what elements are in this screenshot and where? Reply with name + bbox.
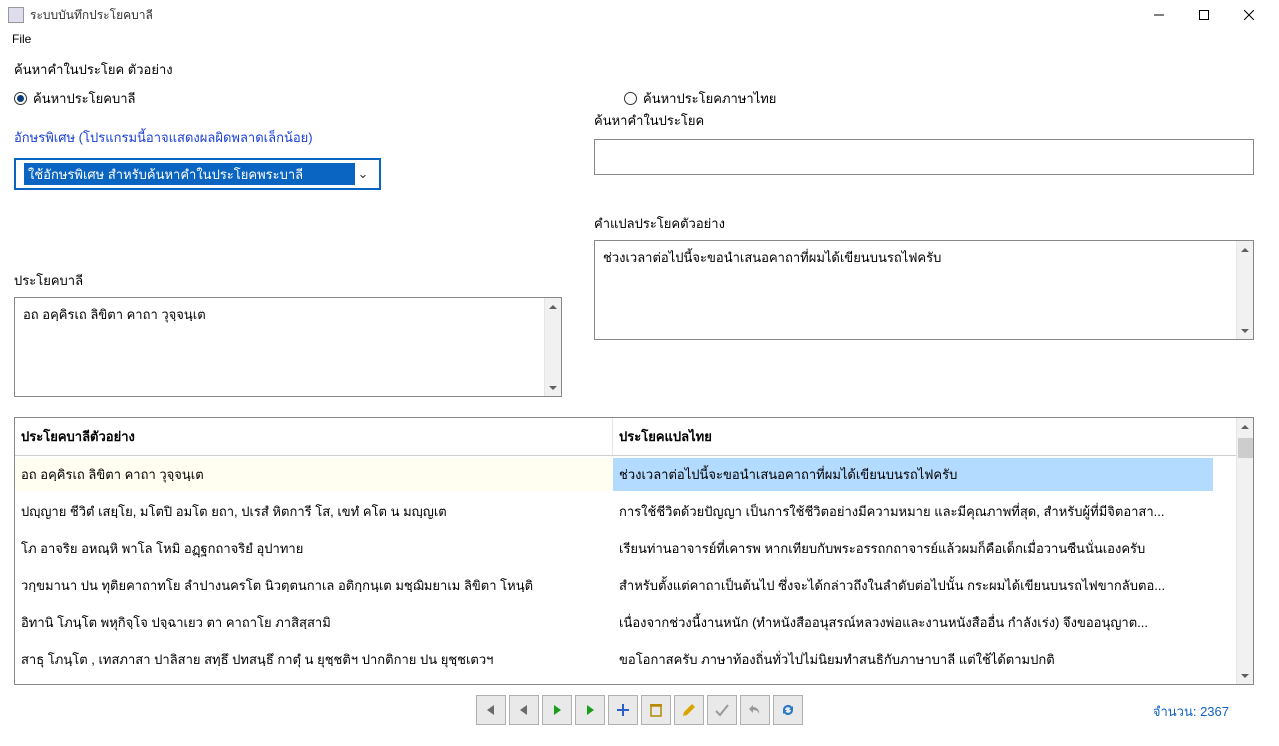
special-chars-dropdown[interactable]: ใช้อักษรพิเศษ สำหรับค้นหาคำในประโยคพระบา… [14, 158, 381, 190]
menu-file[interactable]: File [6, 30, 37, 48]
close-button[interactable] [1226, 0, 1271, 30]
scroll-down-icon[interactable] [545, 379, 561, 396]
cell-thai: การใช้ชีวิตด้วยปัญญา เป็นการใช้ชีวิตอย่า… [613, 495, 1213, 528]
cell-pali: อิทานิ โภนฺโต พหุกิจฺโจ ปจฺฉาเยว ตา คาถา… [15, 606, 613, 639]
search-input[interactable] [594, 139, 1254, 175]
find-in-sentence-label: ค้นหาคำในประโยค [594, 110, 1265, 131]
undo-button[interactable] [740, 695, 770, 725]
delete-button[interactable] [641, 695, 671, 725]
add-button[interactable] [608, 695, 638, 725]
row-count: จำนวน: 2367 [1153, 701, 1229, 722]
scroll-up-icon[interactable] [1237, 418, 1253, 435]
table-header: ประโยคบาลีตัวอย่าง ประโยคแปลไทย [15, 418, 1253, 456]
table-scrollbar[interactable] [1236, 418, 1253, 684]
app-icon [8, 7, 24, 23]
edit-button[interactable] [674, 695, 704, 725]
scroll-down-icon[interactable] [1237, 322, 1253, 339]
window-controls [1136, 0, 1271, 30]
scroll-up-icon[interactable] [545, 298, 561, 315]
confirm-button[interactable] [707, 695, 737, 725]
toolbar: จำนวน: 2367 [14, 695, 1265, 725]
cell-thai: ช่วงเวลาต่อไปนี้จะขอนำเสนอคาถาที่ผมได้เข… [613, 458, 1213, 491]
table-row[interactable]: โภ อาจริย อหณฺหิ พาโล โหมิ อฏฺฐกถาจริยํ … [15, 530, 1253, 567]
radio-search-pali[interactable]: ค้นหาประโยคบาลี [14, 88, 624, 109]
pali-sentence-label: ประโยคบาลี [14, 270, 562, 291]
dropdown-selected: ใช้อักษรพิเศษ สำหรับค้นหาคำในประโยคพระบา… [24, 163, 355, 185]
scroll-thumb[interactable] [1238, 438, 1253, 458]
cell-pali: โภ อาจริย อหณฺหิ พาโล โหมิ อฏฺฐกถาจริยํ … [15, 532, 613, 565]
table-row[interactable]: อิทานิ โภนฺโต พหุกิจฺโจ ปจฺฉาเยว ตา คาถา… [15, 604, 1253, 641]
titlebar: ระบบบันทึกประโยคบาลี [0, 0, 1279, 30]
maximize-button[interactable] [1181, 0, 1226, 30]
cell-thai: เรียนท่านอาจารย์ที่เคารพ หากเทียบกับพระอ… [613, 532, 1213, 565]
examples-table: ประโยคบาลีตัวอย่าง ประโยคแปลไทย อถ อคฺคิ… [14, 417, 1254, 685]
refresh-button[interactable] [773, 695, 803, 725]
minimize-button[interactable] [1136, 0, 1181, 30]
scroll-down-icon[interactable] [1237, 667, 1253, 684]
radio-thai-label: ค้นหาประโยคภาษาไทย [643, 88, 776, 109]
table-row[interactable]: อถ อคฺคิรเถ ลิขิตา คาถา วุจฺจนฺเตช่วงเวล… [15, 456, 1253, 493]
menubar: File [0, 30, 1279, 52]
cell-pali: อถ อคฺคิรเถ ลิขิตา คาถา วุจฺจนฺเต [15, 458, 613, 491]
radio-search-thai[interactable]: ค้นหาประโยคภาษาไทย [624, 88, 1265, 109]
translation-example-label: คำแปลประโยคตัวอย่าง [594, 213, 1265, 234]
chevron-down-icon: ⌄ [355, 166, 371, 182]
table-row[interactable]: สาธุ โภนฺโต , เทสภาสา ปาลิสาย สทฺธึ ปทสน… [15, 641, 1253, 678]
cell-thai: เนื่องจากช่วงนี้งานหนัก (ทำหนังสืออนุสรณ… [613, 606, 1213, 639]
prev-button[interactable] [509, 695, 539, 725]
cell-thai: สำหรับตั้งแต่คาถาเป็นต้นไป ซึ่งจะได้กล่า… [613, 569, 1213, 602]
scrollbar[interactable] [1236, 241, 1253, 339]
cell-pali: วกฺขมานา ปน ทุติยคาถาทโย ลำปางนครโต นิวต… [15, 569, 613, 602]
translation-textarea[interactable]: ช่วงเวลาต่อไปนี้จะขอนำเสนอคาถาที่ผมได้เข… [594, 240, 1254, 340]
find-word-label: ค้นหาคำในประโยค ตัวอย่าง [14, 59, 1265, 80]
window-title: ระบบบันทึกประโยคบาลี [30, 6, 1136, 25]
col-thai-translation[interactable]: ประโยคแปลไทย [613, 418, 1253, 455]
scrollbar[interactable] [544, 298, 561, 396]
cell-pali: ปญฺญาย ชีวิตํ เสยฺโย, มโตปิ อมโต ยถา, ปเ… [15, 495, 613, 528]
col-pali-example[interactable]: ประโยคบาลีตัวอย่าง [15, 418, 613, 455]
table-row[interactable]: ปญฺญาย ชีวิตํ เสยฺโย, มโตปิ อมโต ยถา, ปเ… [15, 493, 1253, 530]
pali-sentence-value: อถ อคฺคิรเถ ลิขิตา คาถา วุจฺจนฺเต [15, 298, 561, 396]
first-button[interactable] [476, 695, 506, 725]
radio-pali-label: ค้นหาประโยคบาลี [33, 88, 135, 109]
pali-sentence-textarea[interactable]: อถ อคฺคิรเถ ลิขิตา คาถา วุจฺจนฺเต [14, 297, 562, 397]
next-button[interactable] [542, 695, 572, 725]
cell-thai: ขอโอกาสครับ ภาษาท้องถิ่นทั่วไปไม่นิยมทำส… [613, 643, 1213, 676]
last-button[interactable] [575, 695, 605, 725]
radio-dot-icon [14, 92, 27, 105]
scroll-up-icon[interactable] [1237, 241, 1253, 258]
radio-dot-icon [624, 92, 637, 105]
translation-value: ช่วงเวลาต่อไปนี้จะขอนำเสนอคาถาที่ผมได้เข… [595, 241, 1253, 339]
table-row[interactable]: วกฺขมานา ปน ทุติยคาถาทโย ลำปางนครโต นิวต… [15, 567, 1253, 604]
cell-pali: สาธุ โภนฺโต , เทสภาสา ปาลิสาย สทฺธึ ปทสน… [15, 643, 613, 676]
